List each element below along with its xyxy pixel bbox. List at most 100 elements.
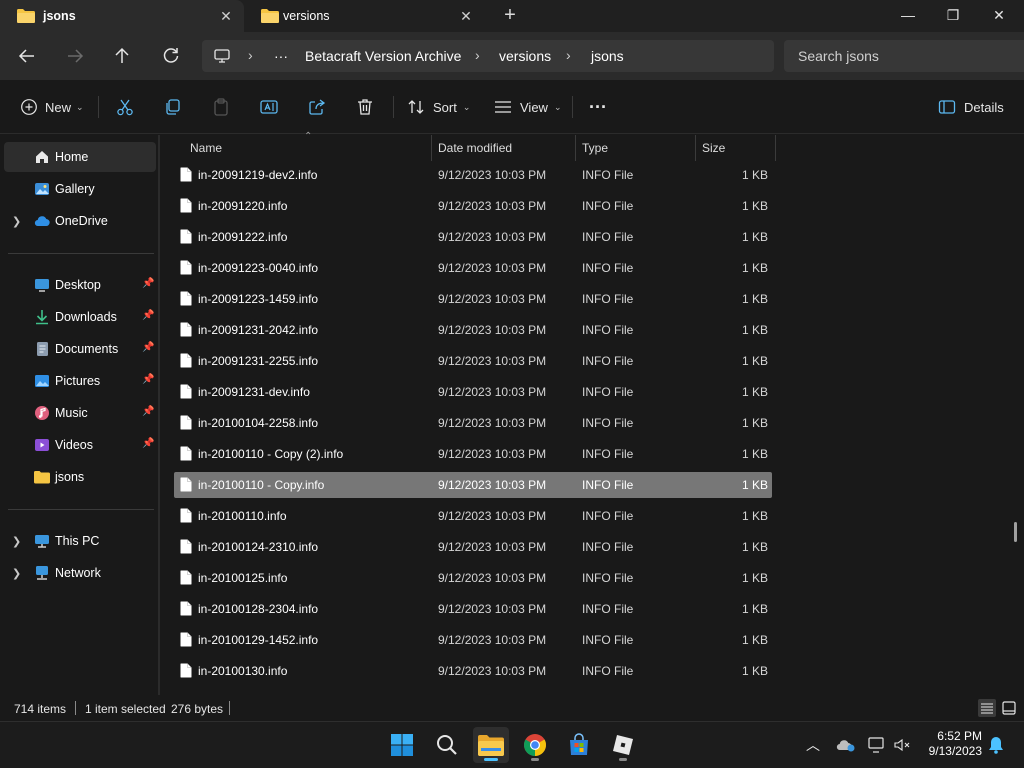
file-row[interactable]: in-20091223-0040.info 9/12/2023 10:03 PM I… bbox=[174, 255, 772, 281]
copy-button[interactable] bbox=[163, 95, 183, 119]
new-button[interactable]: New ⌄ bbox=[20, 95, 84, 119]
file-type: INFO File bbox=[582, 602, 634, 616]
sidebar-item-onedrive[interactable]: ❯ OneDrive bbox=[4, 206, 156, 236]
details-view-button[interactable] bbox=[978, 699, 996, 717]
vertical-scrollbar[interactable] bbox=[1014, 522, 1017, 542]
file-row[interactable]: in-20091231-dev.info 9/12/2023 10:03 PM IN… bbox=[174, 379, 772, 405]
column-divider[interactable] bbox=[775, 135, 776, 161]
refresh-button[interactable] bbox=[159, 44, 183, 68]
delete-button[interactable] bbox=[355, 95, 375, 119]
sidebar-item-jsons[interactable]: jsons bbox=[4, 462, 156, 492]
file-row[interactable]: in-20091231-2042.info 9/12/2023 10:03 PM I… bbox=[174, 317, 772, 343]
taskbar-file-explorer[interactable] bbox=[473, 727, 509, 763]
sidebar-item-downloads[interactable]: Downloads 📌 bbox=[4, 302, 156, 332]
file-row[interactable]: in-20100130.info 9/12/2023 10:03 PM INFO F… bbox=[174, 658, 772, 684]
taskbar-search-button[interactable] bbox=[429, 727, 465, 763]
forward-button[interactable] bbox=[63, 44, 87, 68]
minimize-button[interactable]: — bbox=[885, 0, 931, 32]
chevron-right-icon[interactable]: ❯ bbox=[12, 535, 21, 548]
tab-jsons[interactable]: jsons ✕ bbox=[0, 0, 244, 32]
arrow-left-icon bbox=[18, 49, 34, 63]
share-button[interactable] bbox=[307, 95, 327, 119]
search-box[interactable]: Search jsons bbox=[784, 40, 1024, 72]
column-header-size[interactable]: Size bbox=[696, 135, 775, 161]
navigation-bar: › ··· Betacraft Version Archive › versio… bbox=[0, 32, 1024, 80]
close-tab-icon[interactable]: ✕ bbox=[457, 7, 475, 25]
taskbar-roblox[interactable] bbox=[605, 727, 641, 763]
sort-button[interactable]: Sort ⌄ bbox=[407, 95, 470, 119]
tab-versions[interactable]: versions ✕ bbox=[244, 0, 484, 32]
file-date-modified: 9/12/2023 10:03 PM bbox=[438, 168, 547, 182]
file-row[interactable]: in-20100110.info 9/12/2023 10:03 PM INFO F… bbox=[174, 503, 772, 529]
file-row[interactable]: in-20100110 - Copy.info 9/12/2023 10:03 P… bbox=[174, 472, 772, 498]
file-size: 1 KB bbox=[741, 354, 768, 368]
sidebar-item-videos[interactable]: Videos 📌 bbox=[4, 430, 156, 460]
up-button[interactable] bbox=[110, 44, 134, 68]
sidebar-item-label: Gallery bbox=[55, 182, 95, 196]
details-button[interactable]: Details bbox=[938, 95, 1004, 119]
file-row[interactable]: in-20100129-1452.info 9/12/2023 10:03 PM I… bbox=[174, 627, 772, 653]
breadcrumb-betacraft[interactable]: Betacraft Version Archive bbox=[305, 48, 461, 64]
volume-muted-icon[interactable] bbox=[893, 736, 911, 754]
sidebar-item-music[interactable]: Music 📌 bbox=[4, 398, 156, 428]
address-overflow-button[interactable]: ··· bbox=[274, 48, 288, 64]
sidebar-item-this-pc[interactable]: ❯ This PC bbox=[4, 526, 156, 556]
file-row[interactable]: in-20091219-dev2.info 9/12/2023 10:03 PM I… bbox=[174, 162, 772, 188]
start-button[interactable] bbox=[384, 727, 420, 763]
file-row[interactable]: in-20100128-2304.info 9/12/2023 10:03 PM I… bbox=[174, 596, 772, 622]
file-name: in-20091220.info bbox=[198, 199, 288, 213]
file-row[interactable]: in-20100110 - Copy (2).info 9/12/2023 10:… bbox=[174, 441, 772, 467]
view-button[interactable]: View ⌄ bbox=[494, 95, 562, 119]
file-date-modified: 9/12/2023 10:03 PM bbox=[438, 447, 547, 461]
file-row[interactable]: in-20100125.info 9/12/2023 10:03 PM INFO F… bbox=[174, 565, 772, 591]
file-type: INFO File bbox=[582, 664, 634, 678]
chevron-right-icon[interactable]: ❯ bbox=[12, 567, 21, 580]
file-row[interactable]: in-20100124-2310.info 9/12/2023 10:03 PM I… bbox=[174, 534, 772, 560]
back-button[interactable] bbox=[15, 44, 39, 68]
sidebar-item-desktop[interactable]: Desktop 📌 bbox=[4, 270, 156, 300]
maximize-button[interactable]: ❐ bbox=[930, 0, 976, 32]
sidebar-item-gallery[interactable]: Gallery bbox=[4, 174, 156, 204]
taskbar-microsoft-store[interactable] bbox=[561, 727, 597, 763]
tiles-view-button[interactable] bbox=[1000, 699, 1018, 717]
file-date-modified: 9/12/2023 10:03 PM bbox=[438, 292, 547, 306]
onedrive-status-icon[interactable] bbox=[836, 737, 856, 753]
column-header-name[interactable]: Name ⌃ bbox=[174, 131, 432, 161]
sidebar-item-pictures[interactable]: Pictures 📌 bbox=[4, 366, 156, 396]
file-row[interactable]: in-20100104-2258.info 9/12/2023 10:03 PM I… bbox=[174, 410, 772, 436]
column-header-date[interactable]: Date modified bbox=[432, 135, 575, 161]
network-status-icon[interactable] bbox=[867, 736, 885, 754]
file-date-modified: 9/12/2023 10:03 PM bbox=[438, 633, 547, 647]
more-options-button[interactable]: ··· bbox=[589, 95, 607, 119]
cut-button[interactable] bbox=[115, 95, 135, 119]
sidebar-item-network[interactable]: ❯ Network bbox=[4, 558, 156, 588]
chevron-right-icon[interactable]: ❯ bbox=[12, 215, 21, 228]
file-name: in-20100125.info bbox=[198, 571, 288, 585]
file-date-modified: 9/12/2023 10:03 PM bbox=[438, 385, 547, 399]
rename-button[interactable] bbox=[259, 95, 279, 119]
system-clock[interactable]: 6:52 PM 9/13/2023 bbox=[918, 729, 982, 759]
file-size: 1 KB bbox=[741, 261, 768, 275]
file-name: in-20091223-1459.info bbox=[198, 292, 319, 306]
paste-button[interactable] bbox=[211, 95, 231, 119]
file-size: 1 KB bbox=[741, 168, 768, 182]
sidebar-item-label: Downloads bbox=[55, 310, 117, 324]
search-input[interactable]: Search jsons bbox=[798, 48, 879, 64]
breadcrumb-versions[interactable]: versions bbox=[499, 48, 551, 64]
notification-bell-icon[interactable] bbox=[988, 736, 1004, 754]
column-header-type[interactable]: Type bbox=[576, 135, 695, 161]
taskbar-chrome[interactable] bbox=[517, 727, 553, 763]
file-row[interactable]: in-20091222.info 9/12/2023 10:03 PM INFO F… bbox=[174, 224, 772, 250]
chevron-up-icon[interactable]: ︿ bbox=[806, 735, 820, 755]
file-row[interactable]: in-20091223-1459.info 9/12/2023 10:03 PM I… bbox=[174, 286, 772, 312]
address-bar[interactable]: › ··· Betacraft Version Archive › versio… bbox=[202, 40, 774, 72]
new-tab-button[interactable]: + bbox=[500, 5, 520, 26]
sidebar-item-home[interactable]: Home bbox=[4, 142, 156, 172]
file-row[interactable]: in-20091220.info 9/12/2023 10:03 PM INFO F… bbox=[174, 193, 772, 219]
sort-icon bbox=[408, 100, 424, 114]
close-window-button[interactable]: ✕ bbox=[976, 0, 1022, 32]
breadcrumb-jsons[interactable]: jsons bbox=[591, 48, 624, 64]
close-tab-icon[interactable]: ✕ bbox=[217, 7, 235, 25]
file-row[interactable]: in-20091231-2255.info 9/12/2023 10:03 PM I… bbox=[174, 348, 772, 374]
sidebar-item-documents[interactable]: Documents 📌 bbox=[4, 334, 156, 364]
